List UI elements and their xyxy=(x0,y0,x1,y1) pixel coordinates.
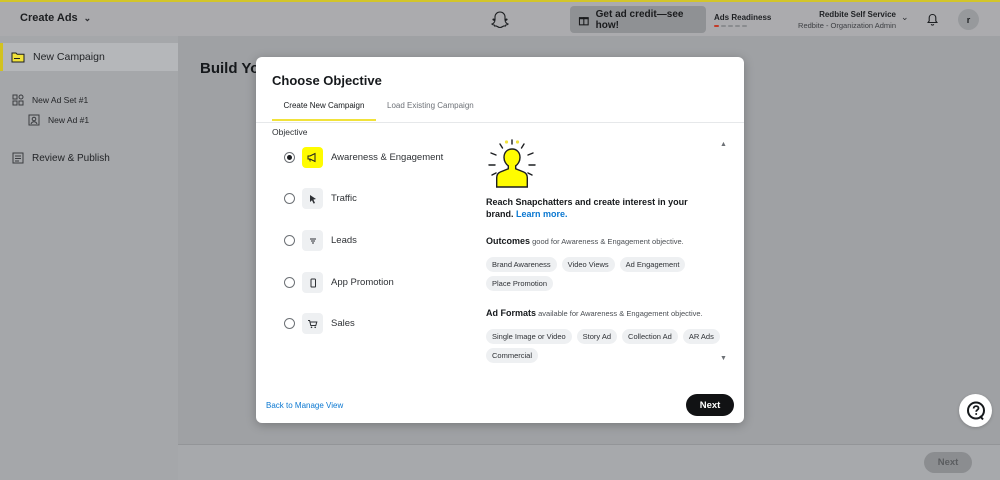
radio-button[interactable] xyxy=(284,152,295,163)
objective-label: Traffic xyxy=(331,193,357,204)
cursor-icon xyxy=(302,188,323,209)
ad-image-icon xyxy=(28,114,40,126)
formats-description: available for Awareness & Engagement obj… xyxy=(538,309,703,318)
phone-icon xyxy=(302,272,323,293)
sidebar-item-label: Review & Publish xyxy=(32,152,110,164)
ads-readiness-label[interactable]: Ads Readiness xyxy=(714,13,771,22)
radio-button[interactable] xyxy=(284,235,295,246)
app-title: Create Ads xyxy=(20,12,78,24)
next-button[interactable]: Next xyxy=(686,394,734,416)
objective-label: Leads xyxy=(331,235,357,246)
help-icon xyxy=(966,401,985,420)
outcomes-chips: Brand Awareness Video Views Ad Engagemen… xyxy=(486,257,720,291)
organization-switcher[interactable]: Redbite Self Service Redbite - Organizat… xyxy=(780,10,896,30)
readiness-progress xyxy=(714,25,747,27)
format-chip: Commercial xyxy=(486,348,539,363)
detail-headline: Reach Snapchatters and create interest i… xyxy=(486,196,706,220)
objective-label: App Promotion xyxy=(331,277,394,288)
org-role: Redbite - Organization Admin xyxy=(798,21,896,30)
formats-title: Ad Formats xyxy=(486,308,537,318)
grid-icon xyxy=(12,94,24,106)
outcomes-description: good for Awareness & Engagement objectiv… xyxy=(532,237,684,246)
outcome-chip: Ad Engagement xyxy=(619,257,686,272)
modal-tabs: Create New Campaign Load Existing Campai… xyxy=(272,97,728,121)
radio-button[interactable] xyxy=(284,193,295,204)
outcome-chip: Brand Awareness xyxy=(486,257,557,272)
folder-icon xyxy=(11,52,25,63)
objective-detail-panel: Reach Snapchatters and create interest i… xyxy=(486,135,730,369)
org-name: Redbite Self Service xyxy=(819,10,896,19)
back-to-manage-view-link[interactable]: Back to Manage View xyxy=(266,401,343,410)
ad-format-chips: Single Image or Video Story Ad Collectio… xyxy=(486,329,720,363)
format-chip: Story Ad xyxy=(576,329,618,344)
chevron-down-icon[interactable]: ⌄ xyxy=(901,12,909,23)
tab-load-existing-campaign[interactable]: Load Existing Campaign xyxy=(387,101,474,110)
create-ads-menu[interactable]: Create Ads ⌄ xyxy=(20,12,91,24)
ad-formats-heading: Ad Formats available for Awareness & Eng… xyxy=(486,308,703,318)
filter-icon xyxy=(302,230,323,251)
sidebar-item-new-campaign[interactable]: New Campaign xyxy=(0,43,178,71)
divider xyxy=(256,122,744,123)
objective-label: Awareness & Engagement xyxy=(331,152,444,163)
get-ad-credit-button[interactable]: Get ad credit—see how! xyxy=(570,6,706,33)
objective-traffic[interactable]: Traffic xyxy=(284,188,357,209)
objective-sales[interactable]: Sales xyxy=(284,313,355,334)
outcome-chip: Place Promotion xyxy=(486,276,554,291)
avatar[interactable]: r xyxy=(958,9,979,30)
chevron-down-icon: ⌄ xyxy=(83,12,92,23)
gift-icon xyxy=(578,16,589,25)
objective-awareness-engagement[interactable]: Awareness & Engagement xyxy=(284,147,443,168)
sidebar-item-label: New Campaign xyxy=(33,51,105,63)
objective-label: Sales xyxy=(331,318,355,329)
objective-app-promotion[interactable]: App Promotion xyxy=(284,272,394,293)
choose-objective-modal: Choose Objective Create New Campaign Loa… xyxy=(256,57,744,423)
person-rays-illustration xyxy=(488,139,536,188)
credit-button-label: Get ad credit—see how! xyxy=(595,8,684,31)
help-button[interactable] xyxy=(959,394,992,427)
radio-button[interactable] xyxy=(284,277,295,288)
cart-icon xyxy=(302,313,323,334)
sidebar: New Campaign New Ad Set #1 New Ad #1 Rev… xyxy=(0,36,178,480)
footer-next-button[interactable]: Next xyxy=(924,452,972,473)
format-chip: Single Image or Video xyxy=(486,329,572,344)
sidebar-item-ad-set[interactable]: New Ad Set #1 xyxy=(12,94,88,106)
top-bar: Create Ads ⌄ Get ad credit—see how! Ads … xyxy=(0,0,1000,36)
format-chip: Collection Ad xyxy=(622,329,678,344)
sidebar-item-ad[interactable]: New Ad #1 xyxy=(28,114,89,126)
format-chip: AR Ads xyxy=(682,329,720,344)
learn-more-link[interactable]: Learn more. xyxy=(516,209,568,219)
megaphone-icon xyxy=(302,147,323,168)
sidebar-item-review-publish[interactable]: Review & Publish xyxy=(12,152,110,164)
checklist-icon xyxy=(12,152,24,164)
bell-icon[interactable] xyxy=(926,13,939,26)
sidebar-item-label: New Ad Set #1 xyxy=(32,95,89,105)
scroll-down-arrow-icon[interactable]: ▼ xyxy=(720,355,727,362)
outcomes-title: Outcomes xyxy=(486,236,531,246)
page-title: Build Yo xyxy=(200,60,260,77)
objective-section-label: Objective xyxy=(272,127,308,137)
modal-title: Choose Objective xyxy=(272,73,382,88)
tab-create-new-campaign[interactable]: Create New Campaign xyxy=(272,101,376,121)
sidebar-item-label: New Ad #1 xyxy=(48,115,90,125)
outcomes-heading: Outcomes good for Awareness & Engagement… xyxy=(486,236,684,246)
snapchat-ghost-icon[interactable] xyxy=(490,10,510,30)
footer-bar xyxy=(178,444,1000,480)
scroll-up-arrow-icon[interactable]: ▲ xyxy=(720,141,727,148)
objective-leads[interactable]: Leads xyxy=(284,230,357,251)
radio-button[interactable] xyxy=(284,318,295,329)
outcome-chip: Video Views xyxy=(561,257,615,272)
